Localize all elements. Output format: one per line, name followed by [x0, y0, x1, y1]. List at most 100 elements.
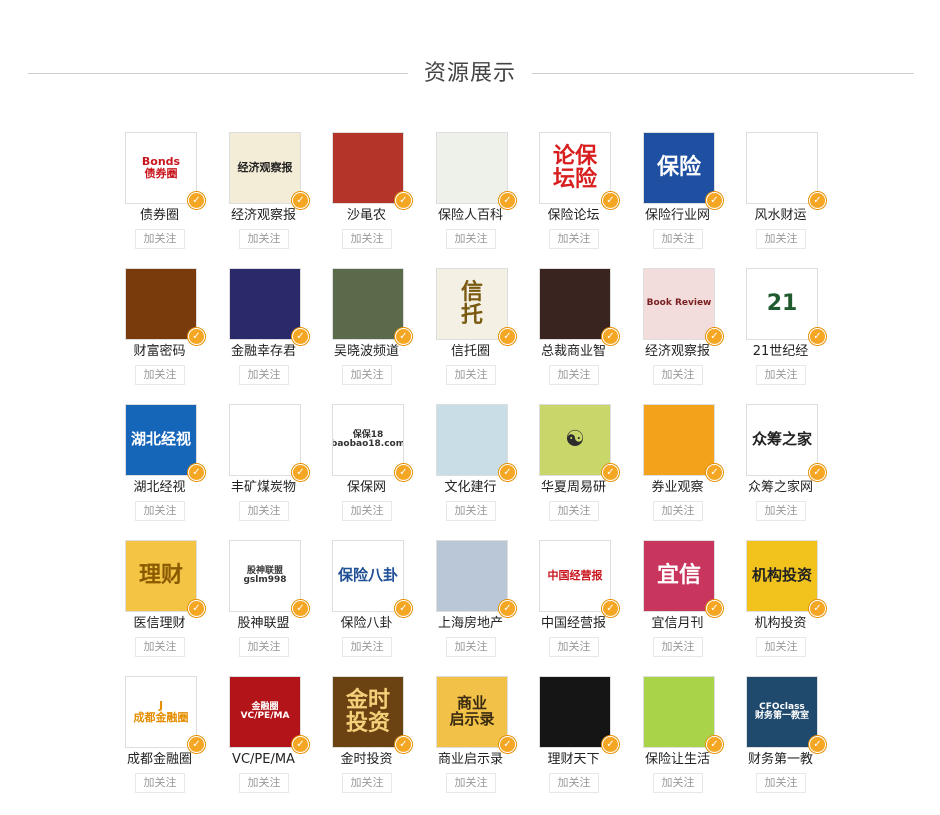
follow-button[interactable]: 加关注 [549, 365, 599, 385]
resource-avatar[interactable] [229, 404, 301, 476]
resource-name[interactable]: 经济观察报 [212, 207, 315, 225]
resource-name[interactable]: 信托圈 [419, 343, 522, 361]
resource-avatar[interactable]: Book Review [643, 268, 715, 340]
follow-button[interactable]: 加关注 [756, 229, 806, 249]
resource-avatar[interactable]: 信 托 [436, 268, 508, 340]
follow-button[interactable]: 加关注 [239, 365, 289, 385]
resource-avatar[interactable] [643, 404, 715, 476]
resource-name[interactable]: 吴晓波频道 [315, 343, 418, 361]
resource-avatar[interactable] [436, 404, 508, 476]
follow-button[interactable]: 加关注 [342, 365, 392, 385]
resource-name[interactable]: 湖北经视 [108, 479, 211, 497]
resource-avatar[interactable]: 论保 坛险 [539, 132, 611, 204]
follow-button[interactable]: 加关注 [446, 229, 496, 249]
resource-avatar[interactable] [436, 132, 508, 204]
resource-avatar[interactable]: CFOclass 财务第一教室 [746, 676, 818, 748]
resource-avatar[interactable]: ☯ [539, 404, 611, 476]
follow-button[interactable]: 加关注 [342, 501, 392, 521]
resource-avatar[interactable]: 湖北经视 [125, 404, 197, 476]
resource-name[interactable]: 金时投资 [315, 751, 418, 769]
resource-name[interactable]: 保险人百科 [419, 207, 522, 225]
resource-name[interactable]: 中国经营报 [522, 615, 625, 633]
follow-button[interactable]: 加关注 [135, 501, 185, 521]
resource-name[interactable]: 沙黾农 [315, 207, 418, 225]
resource-avatar[interactable]: 机构投资 [746, 540, 818, 612]
resource-avatar[interactable] [332, 132, 404, 204]
resource-name[interactable]: 券业观察 [626, 479, 729, 497]
follow-button[interactable]: 加关注 [653, 501, 703, 521]
follow-button[interactable]: 加关注 [756, 637, 806, 657]
resource-name[interactable]: 股神联盟 [212, 615, 315, 633]
resource-name[interactable]: 总裁商业智 [522, 343, 625, 361]
follow-button[interactable]: 加关注 [653, 229, 703, 249]
resource-name[interactable]: 保保网 [315, 479, 418, 497]
resource-avatar[interactable] [643, 676, 715, 748]
resource-avatar[interactable]: J 成都金融圈 [125, 676, 197, 748]
resource-avatar[interactable]: 保险八卦 [332, 540, 404, 612]
resource-avatar[interactable]: 宜信 [643, 540, 715, 612]
resource-name[interactable]: 金融幸存君 [212, 343, 315, 361]
resource-avatar[interactable]: 保险 [643, 132, 715, 204]
resource-name[interactable]: 债券圈 [108, 207, 211, 225]
follow-button[interactable]: 加关注 [239, 501, 289, 521]
resource-avatar[interactable]: 股神联盟 gslm998 [229, 540, 301, 612]
resource-name[interactable]: 机构投资 [729, 615, 832, 633]
resource-name[interactable]: 理财天下 [522, 751, 625, 769]
resource-avatar[interactable] [125, 268, 197, 340]
resource-name[interactable]: 保险行业网 [626, 207, 729, 225]
resource-avatar[interactable]: 商业 启示录 [436, 676, 508, 748]
follow-button[interactable]: 加关注 [446, 637, 496, 657]
resource-name[interactable]: 医信理财 [108, 615, 211, 633]
follow-button[interactable]: 加关注 [342, 229, 392, 249]
resource-avatar[interactable]: 中国经营报 [539, 540, 611, 612]
follow-button[interactable]: 加关注 [135, 365, 185, 385]
follow-button[interactable]: 加关注 [549, 501, 599, 521]
follow-button[interactable]: 加关注 [239, 773, 289, 793]
resource-name[interactable]: 丰矿煤炭物 [212, 479, 315, 497]
resource-name[interactable]: 商业启示录 [419, 751, 522, 769]
resource-name[interactable]: 保险论坛 [522, 207, 625, 225]
follow-button[interactable]: 加关注 [446, 773, 496, 793]
resource-name[interactable]: 众筹之家网 [729, 479, 832, 497]
resource-name[interactable]: 风水财运 [729, 207, 832, 225]
resource-avatar[interactable]: 众筹之家 [746, 404, 818, 476]
follow-button[interactable]: 加关注 [446, 501, 496, 521]
follow-button[interactable]: 加关注 [756, 501, 806, 521]
resource-name[interactable]: VC/PE/MA [212, 751, 315, 769]
resource-name[interactable]: 21世纪经 [729, 343, 832, 361]
resource-avatar[interactable]: Bonds 债券圈 [125, 132, 197, 204]
follow-button[interactable]: 加关注 [342, 773, 392, 793]
resource-avatar[interactable]: 21 [746, 268, 818, 340]
follow-button[interactable]: 加关注 [342, 637, 392, 657]
resource-avatar[interactable] [436, 540, 508, 612]
resource-name[interactable]: 上海房地产 [419, 615, 522, 633]
follow-button[interactable]: 加关注 [239, 637, 289, 657]
follow-button[interactable]: 加关注 [653, 365, 703, 385]
resource-avatar[interactable] [539, 676, 611, 748]
resource-avatar[interactable]: 经济观察报 [229, 132, 301, 204]
follow-button[interactable]: 加关注 [653, 773, 703, 793]
resource-avatar[interactable]: 金融圈 VC/PE/MA [229, 676, 301, 748]
follow-button[interactable]: 加关注 [756, 365, 806, 385]
follow-button[interactable]: 加关注 [446, 365, 496, 385]
follow-button[interactable]: 加关注 [653, 637, 703, 657]
resource-avatar[interactable]: 金时 投资 [332, 676, 404, 748]
resource-avatar[interactable] [539, 268, 611, 340]
follow-button[interactable]: 加关注 [549, 637, 599, 657]
resource-avatar[interactable] [229, 268, 301, 340]
resource-name[interactable]: 保险八卦 [315, 615, 418, 633]
resource-name[interactable]: 经济观察报 [626, 343, 729, 361]
resource-avatar[interactable] [746, 132, 818, 204]
resource-avatar[interactable]: 保保18 baobao18.com [332, 404, 404, 476]
follow-button[interactable]: 加关注 [135, 637, 185, 657]
follow-button[interactable]: 加关注 [135, 773, 185, 793]
follow-button[interactable]: 加关注 [549, 773, 599, 793]
resource-avatar[interactable] [332, 268, 404, 340]
resource-name[interactable]: 财务第一教 [729, 751, 832, 769]
follow-button[interactable]: 加关注 [549, 229, 599, 249]
resource-name[interactable]: 文化建行 [419, 479, 522, 497]
follow-button[interactable]: 加关注 [756, 773, 806, 793]
resource-avatar[interactable]: 理财 [125, 540, 197, 612]
follow-button[interactable]: 加关注 [239, 229, 289, 249]
resource-name[interactable]: 华夏周易研 [522, 479, 625, 497]
